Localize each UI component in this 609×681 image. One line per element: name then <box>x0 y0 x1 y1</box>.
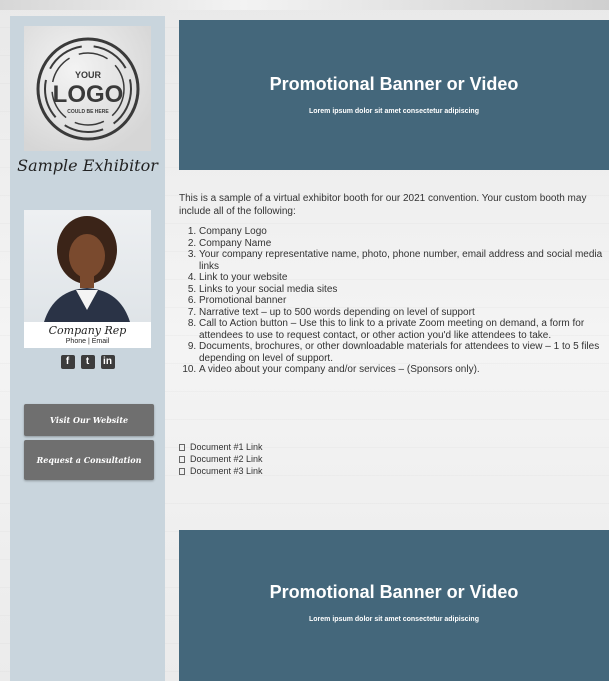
booth-description: This is a sample of a virtual exhibitor … <box>179 192 609 376</box>
twitter-icon[interactable]: t <box>80 355 95 369</box>
rep-contact-links[interactable]: Phone | Email <box>24 338 151 345</box>
document-link-1[interactable]: Document #1 Link <box>179 441 479 453</box>
social-links: f t in <box>24 355 151 371</box>
list-item: Narrative text – up to 500 words dependi… <box>199 307 609 319</box>
banner-title: Promotional Banner or Video <box>269 74 519 94</box>
list-item: Company Name <box>199 238 609 250</box>
list-item: Call to Action button – Use this to link… <box>199 318 609 341</box>
document-icon <box>179 455 185 463</box>
linkedin-icon[interactable]: in <box>100 355 115 369</box>
document-link-3[interactable]: Document #3 Link <box>179 465 479 477</box>
document-link-2[interactable]: Document #2 Link <box>179 453 479 465</box>
logo-line3: COULD BE HERE <box>67 109 109 115</box>
logo-line1: YOUR <box>74 70 101 80</box>
company-logo: YOUR LOGO COULD BE HERE <box>24 26 151 151</box>
intro-text: This is a sample of a virtual exhibitor … <box>179 193 587 217</box>
logo-emblem-icon: YOUR LOGO COULD BE HERE <box>36 37 139 140</box>
document-link-label: Document #1 Link <box>190 442 263 452</box>
document-icon <box>179 443 185 451</box>
banner-subtitle: Lorem ipsum dolor sit amet consectetur a… <box>309 108 479 115</box>
list-item: Link to your website <box>199 272 609 284</box>
list-item: Company Logo <box>199 226 609 238</box>
rep-photo <box>24 210 151 322</box>
rep-card: Company Rep Phone | Email <box>24 210 151 348</box>
exhibitor-name: Sample Exhibitor <box>17 156 158 175</box>
logo-line2: LOGO <box>52 81 123 108</box>
top-bar <box>0 0 609 10</box>
document-link-label: Document #2 Link <box>190 454 263 464</box>
banner-subtitle: Lorem ipsum dolor sit amet consectetur a… <box>309 616 479 623</box>
visit-website-button[interactable]: Visit Our Website <box>24 404 154 436</box>
document-links: Document #1 Link Document #2 Link Docume… <box>179 441 479 477</box>
document-link-label: Document #3 Link <box>190 466 263 476</box>
list-item: Links to your social media sites <box>199 284 609 296</box>
list-item: A video about your company and/or servic… <box>199 364 609 376</box>
banner-title: Promotional Banner or Video <box>269 582 519 602</box>
feature-list: Company Logo Company Name Your company r… <box>179 226 609 376</box>
list-item: Promotional banner <box>199 295 609 307</box>
promotional-banner-bottom[interactable]: Promotional Banner or Video Lorem ipsum … <box>179 530 609 681</box>
rep-name: Company Rep <box>48 324 127 337</box>
promotional-banner-top[interactable]: Promotional Banner or Video Lorem ipsum … <box>179 20 609 170</box>
facebook-icon[interactable]: f <box>60 355 75 369</box>
document-icon <box>179 467 185 475</box>
rep-portrait-icon <box>44 216 130 322</box>
list-item: Documents, brochures, or other downloada… <box>199 341 609 364</box>
list-item: Your company representative name, photo,… <box>199 249 609 272</box>
exhibitor-sidebar: YOUR LOGO COULD BE HERE Sample Exhibitor… <box>10 16 165 681</box>
request-consultation-button[interactable]: Request a Consultation <box>24 440 154 480</box>
